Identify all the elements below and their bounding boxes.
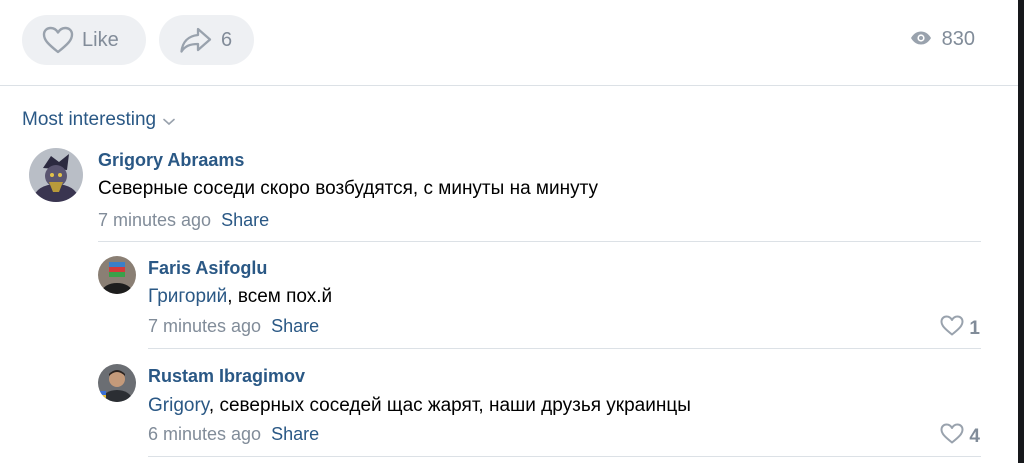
share-button[interactable]: 6 — [159, 15, 254, 65]
comment-share-link[interactable]: Share — [271, 424, 319, 444]
heart-icon — [42, 26, 74, 54]
comment-body: , всем пох.й — [227, 286, 333, 307]
views-counter: 830 — [910, 28, 975, 51]
like-label: Like — [82, 28, 119, 51]
comment-like-button[interactable]: 1 — [940, 315, 980, 342]
window-edge — [1018, 0, 1024, 463]
comment-text: Григорий, всем пох.й — [148, 286, 332, 308]
mention-link[interactable]: Grigory — [148, 395, 209, 416]
eye-icon — [910, 28, 932, 51]
avatar[interactable] — [98, 364, 136, 402]
comment-divider — [148, 456, 981, 457]
comment-meta: 6 minutes ago Share — [148, 424, 319, 445]
comment-meta: 7 minutes ago Share — [98, 210, 269, 231]
mention-link[interactable]: Григорий — [148, 286, 227, 307]
comment-time[interactable]: 6 minutes ago — [148, 424, 261, 444]
heart-icon — [940, 423, 964, 450]
comment-author[interactable]: Grigory Abraams — [98, 150, 244, 171]
share-arrow-icon — [179, 26, 213, 54]
comment-share-link[interactable]: Share — [221, 210, 269, 230]
comment-meta: 7 minutes ago Share — [148, 316, 319, 337]
views-count: 830 — [941, 28, 975, 50]
avatar[interactable] — [29, 148, 83, 202]
post-footer: Like 6 830 Most interesting Grigory Abra… — [0, 0, 1024, 463]
comment-like-count: 1 — [969, 317, 980, 339]
comment-time[interactable]: 7 minutes ago — [148, 316, 261, 336]
comment-body: , северных соседей щас жарят, наши друзь… — [208, 395, 691, 416]
avatar[interactable] — [98, 256, 136, 294]
comment-author[interactable]: Rustam Ibragimov — [148, 366, 305, 387]
comment-divider — [98, 241, 981, 242]
heart-icon — [940, 315, 964, 342]
comment-time[interactable]: 7 minutes ago — [98, 210, 211, 230]
post-action-bar: Like 6 830 — [0, 0, 1018, 86]
comment-text: Grigory, северных соседей щас жарят, наш… — [148, 395, 691, 417]
share-count: 6 — [221, 28, 233, 51]
comment-text: Северные соседи скоро возбудятся, с мину… — [98, 178, 598, 199]
like-button[interactable]: Like — [22, 15, 146, 65]
sort-dropdown[interactable]: Most interesting — [22, 107, 175, 132]
comment-like-count: 4 — [969, 425, 980, 447]
comment-divider — [148, 348, 981, 349]
comment-like-button[interactable]: 4 — [940, 423, 980, 450]
comment-author[interactable]: Faris Asifoglu — [148, 258, 267, 279]
sort-label: Most interesting — [22, 108, 157, 130]
comment-share-link[interactable]: Share — [271, 316, 319, 336]
chevron-down-icon — [163, 110, 175, 132]
